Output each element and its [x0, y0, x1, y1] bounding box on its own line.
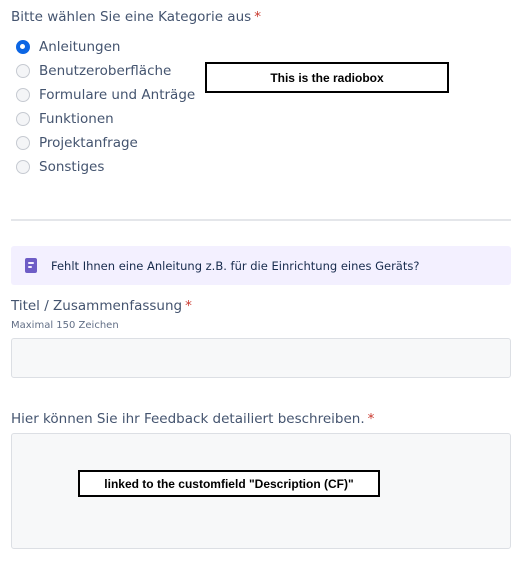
radio-option-label[interactable]: Formulare und Anträge [39, 87, 195, 103]
radio-option-label[interactable]: Sonstiges [39, 159, 104, 175]
radiobox-annotation: This is the radiobox [205, 62, 449, 93]
radio-option-label[interactable]: Benutzeroberfläche [39, 63, 171, 79]
section-divider [11, 219, 511, 221]
category-label-text: Bitte wählen Sie eine Kategorie aus [11, 9, 252, 25]
title-label: Titel / Zusammenfassung * [11, 298, 192, 314]
title-label-text: Titel / Zusammenfassung [11, 298, 183, 314]
radio-button[interactable] [16, 136, 30, 150]
feedback-label: Hier können Sie ihr Feedback detailiert … [11, 411, 374, 427]
radio-option-label[interactable]: Projektanfrage [39, 135, 138, 151]
radio-button[interactable] [16, 112, 30, 126]
feedback-label-text: Hier können Sie ihr Feedback detailiert … [11, 411, 365, 427]
radio-button-checked[interactable] [16, 40, 30, 54]
radio-option-sonstiges[interactable]: Sonstiges [16, 155, 195, 179]
radio-option-formulare[interactable]: Formulare und Anträge [16, 83, 195, 107]
radio-option-label[interactable]: Funktionen [39, 111, 114, 127]
document-icon [25, 258, 37, 273]
required-mark: * [367, 411, 375, 427]
title-helper-text: Maximal 150 Zeichen [11, 320, 119, 331]
radio-button[interactable] [16, 64, 30, 78]
radio-option-projektanfrage[interactable]: Projektanfrage [16, 131, 195, 155]
info-banner: Fehlt Ihnen eine Anleitung z.B. für die … [11, 246, 511, 285]
info-banner-text: Fehlt Ihnen eine Anleitung z.B. für die … [51, 258, 420, 273]
radio-option-anleitungen[interactable]: Anleitungen [16, 35, 195, 59]
radio-option-benutzeroberflaeche[interactable]: Benutzeroberfläche [16, 59, 195, 83]
description-annotation: linked to the customfield "Description (… [78, 470, 380, 497]
request-form: Bitte wählen Sie eine Kategorie aus * Anl… [0, 0, 528, 566]
category-label: Bitte wählen Sie eine Kategorie aus * [11, 9, 261, 25]
radio-button[interactable] [16, 160, 30, 174]
required-mark: * [254, 9, 261, 25]
radio-button[interactable] [16, 88, 30, 102]
radio-option-label[interactable]: Anleitungen [39, 39, 120, 55]
category-radio-group: Anleitungen Benutzeroberfläche Formulare… [16, 35, 195, 179]
title-input[interactable] [11, 338, 511, 378]
required-mark: * [185, 298, 192, 314]
radio-option-funktionen[interactable]: Funktionen [16, 107, 195, 131]
